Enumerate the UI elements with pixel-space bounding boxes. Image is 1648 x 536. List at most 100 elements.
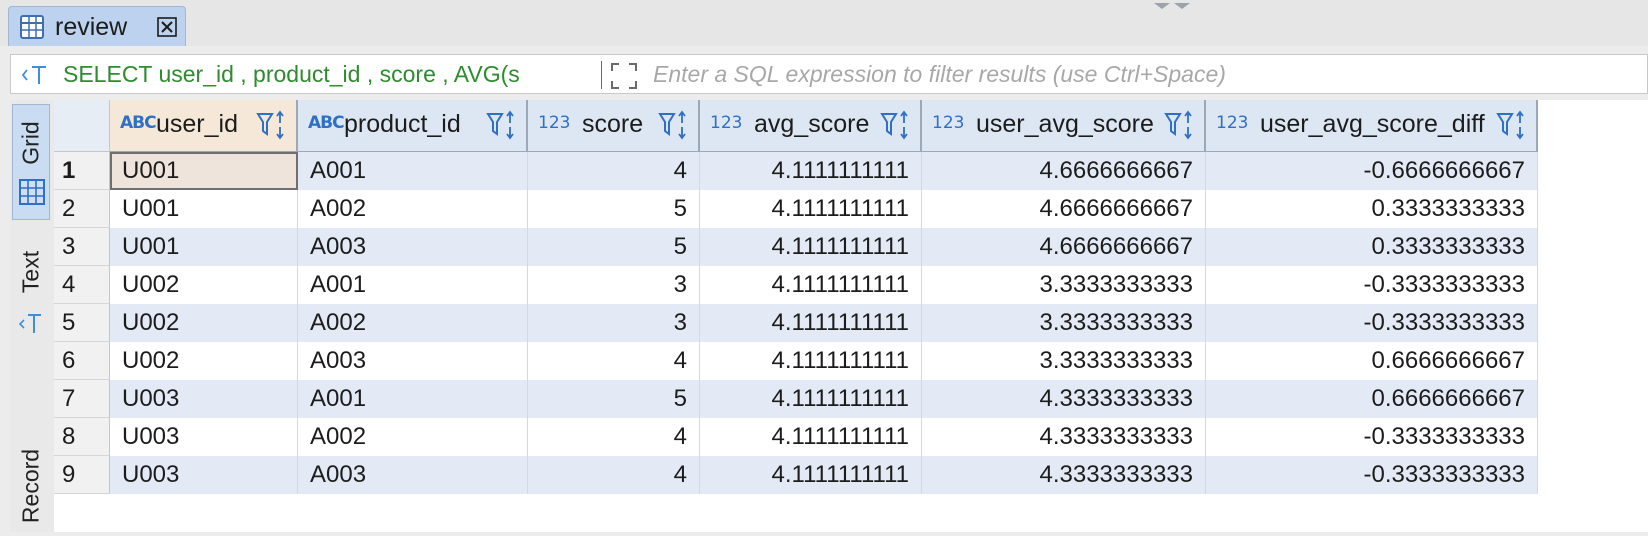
- cell-user-id[interactable]: U001: [110, 228, 298, 266]
- row-number[interactable]: 9: [54, 456, 110, 494]
- row-number[interactable]: 4: [54, 266, 110, 304]
- cell-user-avg-score[interactable]: 4.6666666667: [922, 152, 1206, 190]
- cell-avg-score[interactable]: 4.1111111111: [700, 152, 922, 190]
- cell-score[interactable]: 5: [528, 190, 700, 228]
- numeric-type-icon: 123: [1216, 113, 1249, 133]
- column-label: score: [582, 110, 644, 138]
- cell-user-id[interactable]: U002: [110, 304, 298, 342]
- cell-avg-score[interactable]: 4.1111111111: [700, 342, 922, 380]
- column-label: product_id: [344, 110, 461, 138]
- cell-user-avg-score-diff[interactable]: 0.6666666667: [1206, 342, 1538, 380]
- cell-user-avg-score-diff[interactable]: -0.3333333333: [1206, 456, 1538, 494]
- column-header-user-id[interactable]: ABC user_id: [110, 100, 298, 152]
- cell-score[interactable]: 3: [528, 266, 700, 304]
- tab-review[interactable]: review: [8, 6, 186, 46]
- filter-sort-icon[interactable]: [1496, 110, 1530, 145]
- column-header-user-avg-score-diff[interactable]: 123 user_avg_score_diff: [1206, 100, 1538, 152]
- cell-user-avg-score[interactable]: 4.6666666667: [922, 190, 1206, 228]
- tab-grid-label: Grid: [17, 121, 44, 165]
- row-number[interactable]: 8: [54, 418, 110, 456]
- cell-avg-score[interactable]: 4.1111111111: [700, 418, 922, 456]
- row-number[interactable]: 2: [54, 190, 110, 228]
- cell-user-avg-score-diff[interactable]: 0.6666666667: [1206, 380, 1538, 418]
- filter-sort-icon[interactable]: [256, 110, 290, 145]
- column-header-user-avg-score[interactable]: 123 user_avg_score: [922, 100, 1206, 152]
- filter-sort-icon[interactable]: [880, 110, 914, 145]
- filter-sort-icon[interactable]: [486, 110, 520, 145]
- tab-text-label: Text: [17, 250, 44, 294]
- cell-avg-score[interactable]: 4.1111111111: [700, 228, 922, 266]
- filter-bar: SELECT user_id , product_id , score , AV…: [10, 54, 1648, 94]
- cell-user-id[interactable]: U001: [110, 190, 298, 228]
- column-label: user_id: [156, 110, 238, 138]
- cell-score[interactable]: 4: [528, 456, 700, 494]
- row-number[interactable]: 6: [54, 342, 110, 380]
- cell-user-id[interactable]: U002: [110, 266, 298, 304]
- cell-avg-score[interactable]: 4.1111111111: [700, 456, 922, 494]
- cell-user-avg-score[interactable]: 3.3333333333: [922, 304, 1206, 342]
- filter-sort-icon[interactable]: [658, 110, 692, 145]
- cell-user-avg-score[interactable]: 4.3333333333: [922, 380, 1206, 418]
- tab-label: review: [55, 13, 128, 41]
- cell-score[interactable]: 4: [528, 418, 700, 456]
- tab-record[interactable]: Record: [12, 426, 50, 536]
- column-header-score[interactable]: 123 score: [528, 100, 700, 152]
- column-header-avg-score[interactable]: 123 avg_score: [700, 100, 922, 152]
- cell-score[interactable]: 5: [528, 228, 700, 266]
- cell-user-id[interactable]: U003: [110, 418, 298, 456]
- row-number-header[interactable]: [54, 100, 110, 152]
- cell-user-avg-score-diff[interactable]: -0.3333333333: [1206, 304, 1538, 342]
- tab-grid[interactable]: Grid: [12, 104, 50, 220]
- filter-sort-icon[interactable]: [1164, 110, 1198, 145]
- expand-icon[interactable]: [609, 61, 639, 96]
- cell-user-avg-score-diff[interactable]: -0.6666666667: [1206, 152, 1538, 190]
- cell-user-id[interactable]: U002: [110, 342, 298, 380]
- cell-product-id[interactable]: A001: [298, 152, 528, 190]
- cell-avg-score[interactable]: 4.1111111111: [700, 190, 922, 228]
- cell-user-avg-score-diff[interactable]: -0.3333333333: [1206, 418, 1538, 456]
- close-icon[interactable]: [155, 15, 179, 39]
- filter-expression-input[interactable]: [651, 57, 1635, 91]
- cell-avg-score[interactable]: 4.1111111111: [700, 266, 922, 304]
- result-view-switcher: Grid Text Record: [10, 100, 54, 532]
- divider: [601, 61, 602, 89]
- cell-avg-score[interactable]: 4.1111111111: [700, 380, 922, 418]
- cell-score[interactable]: 4: [528, 152, 700, 190]
- cell-product-id[interactable]: A003: [298, 342, 528, 380]
- cell-product-id[interactable]: A001: [298, 380, 528, 418]
- sql-query-text[interactable]: SELECT user_id , product_id , score , AV…: [63, 61, 597, 88]
- column-header-product-id[interactable]: ABC product_id: [298, 100, 528, 152]
- tab-text[interactable]: Text: [12, 232, 50, 352]
- cell-score[interactable]: 3: [528, 304, 700, 342]
- cell-user-id[interactable]: U003: [110, 456, 298, 494]
- column-label: avg_score: [754, 110, 870, 138]
- column-label: user_avg_score: [976, 110, 1154, 138]
- numeric-type-icon: 123: [538, 113, 571, 133]
- row-number[interactable]: 3: [54, 228, 110, 266]
- cell-user-avg-score[interactable]: 3.3333333333: [922, 342, 1206, 380]
- cell-user-avg-score-diff[interactable]: 0.3333333333: [1206, 190, 1538, 228]
- column-label: user_avg_score_diff: [1260, 110, 1485, 138]
- cell-user-avg-score[interactable]: 4.3333333333: [922, 456, 1206, 494]
- cell-product-id[interactable]: A001: [298, 266, 528, 304]
- sql-text-icon[interactable]: [21, 64, 53, 91]
- cell-avg-score[interactable]: 4.1111111111: [700, 304, 922, 342]
- cell-product-id[interactable]: A002: [298, 304, 528, 342]
- cell-user-avg-score-diff[interactable]: 0.3333333333: [1206, 228, 1538, 266]
- row-number[interactable]: 7: [54, 380, 110, 418]
- cell-user-id[interactable]: U003: [110, 380, 298, 418]
- cell-product-id[interactable]: A003: [298, 456, 528, 494]
- cell-score[interactable]: 5: [528, 380, 700, 418]
- cell-product-id[interactable]: A002: [298, 190, 528, 228]
- cell-user-id[interactable]: U001: [110, 152, 298, 190]
- cell-product-id[interactable]: A003: [298, 228, 528, 266]
- cell-user-avg-score[interactable]: 4.3333333333: [922, 418, 1206, 456]
- cell-product-id[interactable]: A002: [298, 418, 528, 456]
- cell-user-avg-score[interactable]: 3.3333333333: [922, 266, 1206, 304]
- row-number[interactable]: 1: [54, 152, 110, 190]
- resize-arrows-icon[interactable]: [1150, 0, 1194, 18]
- cell-user-avg-score[interactable]: 4.6666666667: [922, 228, 1206, 266]
- row-number[interactable]: 5: [54, 304, 110, 342]
- cell-score[interactable]: 4: [528, 342, 700, 380]
- cell-user-avg-score-diff[interactable]: -0.3333333333: [1206, 266, 1538, 304]
